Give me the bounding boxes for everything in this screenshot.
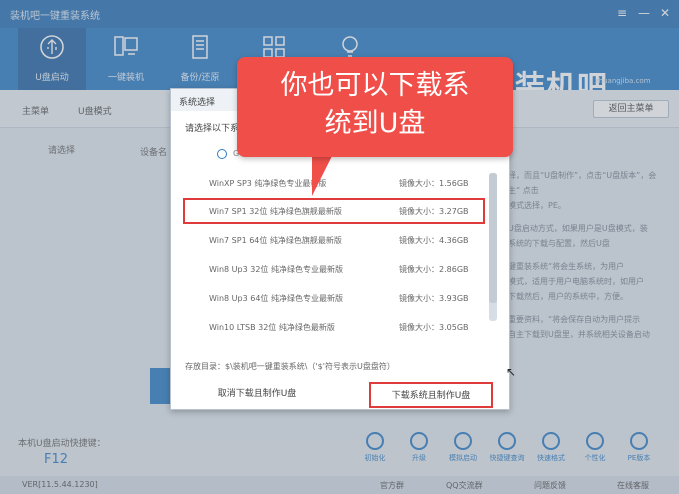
callout-line-2: 统到U盘 — [324, 108, 426, 139]
storage-path: 存放目录：$\装机吧一键重装系统\（'$'符号表示U盘盘符） — [185, 362, 395, 371]
system-size: 镜像大小：3.05GB — [399, 323, 469, 332]
system-name: Win8 Up3 64位 纯净绿色专业最新版 — [209, 294, 343, 303]
system-name: WinXP SP3 纯净绿色专业最新版 — [209, 179, 327, 188]
system-item[interactable]: Win8 Up3 64位 纯净绿色专业最新版 镜像大小：3.93GB — [185, 287, 483, 309]
system-name: Win7 SP1 32位 纯净绿色旗舰最新版 — [209, 207, 342, 216]
system-name: Win7 SP1 64位 纯净绿色旗舰最新版 — [209, 236, 342, 245]
system-item[interactable]: Win10 LTSB 32位 纯净绿色最新版 镜像大小：3.05GB — [185, 316, 483, 338]
system-item[interactable]: Win7 SP1 64位 纯净绿色旗舰最新版 镜像大小：4.36GB — [185, 229, 483, 251]
download-and-make-usb-button[interactable]: 下载系统且制作U盘 — [369, 382, 493, 408]
system-size: 镜像大小：1.56GB — [399, 179, 469, 188]
system-size: 镜像大小：3.27GB — [399, 207, 469, 216]
system-size: 镜像大小：3.93GB — [399, 294, 469, 303]
scroll-thumb[interactable] — [489, 173, 497, 303]
system-item-selected[interactable]: Win7 SP1 32位 纯净绿色旗舰最新版 镜像大小：3.27GB — [183, 198, 485, 224]
callout-line-1: 你也可以下载系 — [280, 70, 470, 101]
system-item[interactable]: Win8 Up3 32位 纯净绿色专业最新版 镜像大小：2.86GB — [185, 258, 483, 280]
cancel-download-button[interactable]: 取消下载且制作U盘 — [181, 382, 333, 408]
annotation-callout: 你也可以下载系 统到U盘 — [237, 57, 513, 157]
system-size: 镜像大小：4.36GB — [399, 236, 469, 245]
radio-option[interactable] — [217, 149, 227, 159]
callout-pointer — [312, 156, 332, 196]
system-item[interactable]: WinXP SP3 纯净绿色专业最新版 镜像大小：1.56GB — [185, 172, 483, 194]
system-name: Win10 LTSB 32位 纯净绿色最新版 — [209, 323, 335, 332]
mouse-cursor-icon: ↖ — [506, 365, 517, 379]
dialog-title: 系统选择 — [179, 98, 216, 108]
list-scrollbar[interactable] — [489, 173, 497, 321]
system-name: Win8 Up3 32位 纯净绿色专业最新版 — [209, 265, 343, 274]
system-size: 镜像大小：2.86GB — [399, 265, 469, 274]
